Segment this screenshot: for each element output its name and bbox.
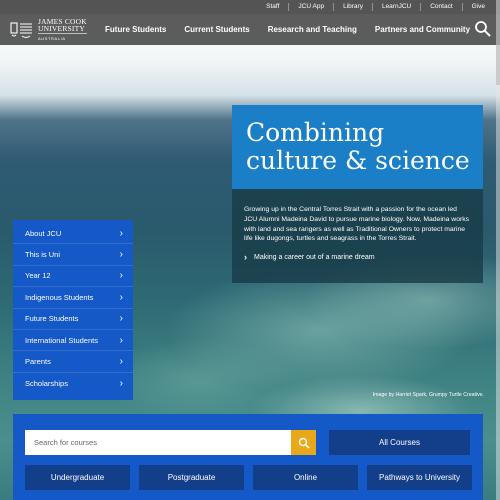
side-menu-item-label: This is Uni [25, 250, 61, 260]
side-menu-item-indigenous-students[interactable]: Indigenous Students › [13, 287, 133, 309]
jcu-logo[interactable]: JAMES COOK UNIVERSITY AUSTRALIA [0, 17, 96, 42]
chevron-right-icon: › [119, 313, 123, 325]
nav-research-and-teaching[interactable]: Research and Teaching [259, 25, 366, 34]
utility-link-learnjcu[interactable]: LearnJCU [371, 3, 420, 11]
course-search-panel: All Courses Undergraduate Postgraduate O… [13, 414, 483, 500]
feature-body: Growing up in the Central Torres Strait … [232, 189, 483, 283]
chevron-right-icon: › [119, 334, 123, 346]
side-menu-item-international-students[interactable]: International Students › [13, 330, 133, 352]
feature-description: Growing up in the Central Torres Strait … [244, 206, 470, 243]
nav-current-students[interactable]: Current Students [175, 25, 258, 34]
feature-link[interactable]: › Making a career out of a marine dream [244, 252, 471, 263]
logo-mark-icon [10, 20, 34, 40]
side-menu-item-future-students[interactable]: Future Students › [13, 309, 133, 330]
utility-nav: Staff JCU App Library LearnJCU Contact G… [0, 0, 500, 14]
side-menu-item-label: Future Students [25, 314, 79, 324]
main-nav: JAMES COOK UNIVERSITY AUSTRALIA Future S… [0, 14, 500, 45]
search-icon [298, 437, 310, 449]
side-menu-item-label: About JCU [25, 228, 62, 238]
chevron-right-icon: › [119, 249, 123, 261]
side-menu-item-parents[interactable]: Parents › [13, 351, 133, 373]
feature-title-line1: Combining [246, 118, 385, 147]
utility-link-contact[interactable]: Contact [420, 3, 461, 11]
utility-link-staff[interactable]: Staff [257, 3, 288, 11]
side-menu-item-this-is-uni[interactable]: This is Uni › [13, 244, 133, 266]
nav-partners-and-community[interactable]: Partners and Community [366, 25, 479, 34]
all-courses-button[interactable]: All Courses [329, 430, 470, 455]
side-menu-item-label: Year 12 [25, 271, 51, 281]
chevron-right-icon: › [119, 291, 123, 303]
chevron-right-icon: › [244, 252, 247, 263]
side-menu-item-label: Indigenous Students [25, 292, 94, 302]
course-search-button[interactable] [291, 430, 316, 455]
level-button-undergraduate[interactable]: Undergraduate [25, 465, 130, 490]
chevron-right-icon: › [119, 377, 123, 389]
page-scrollbar[interactable] [496, 0, 500, 500]
course-search-input[interactable] [25, 430, 291, 455]
feature-title: Combining culture & science [232, 105, 483, 189]
utility-link-jcu-app[interactable]: JCU App [288, 3, 333, 11]
search-icon[interactable] [474, 20, 492, 38]
side-menu-item-scholarships[interactable]: Scholarships › [13, 373, 133, 394]
chevron-right-icon: › [119, 270, 123, 282]
side-menu: About JCU › This is Uni › Year 12 › Indi… [13, 220, 133, 400]
utility-link-give[interactable]: Give [461, 3, 494, 11]
utility-link-library[interactable]: Library [333, 3, 372, 11]
side-menu-item-label: International Students [25, 335, 98, 345]
image-credit: Image by Harriet Spark, Grumpy Turtle Cr… [372, 392, 484, 398]
logo-text-line2: UNIVERSITY [38, 23, 85, 33]
course-search-box [25, 430, 316, 455]
level-button-postgraduate[interactable]: Postgraduate [139, 465, 244, 490]
level-button-online[interactable]: Online [253, 465, 358, 490]
chevron-right-icon: › [119, 356, 123, 368]
logo-text-line3: AUSTRALIA [38, 32, 87, 42]
chevron-right-icon: › [119, 227, 123, 239]
side-menu-item-label: Scholarships [25, 378, 68, 388]
side-menu-item-year-12[interactable]: Year 12 › [13, 266, 133, 288]
page-scrollbar-thumb[interactable] [496, 45, 500, 85]
feature-card: Combining culture & science Growing up i… [232, 105, 483, 283]
nav-future-students[interactable]: Future Students [96, 25, 175, 34]
feature-title-line2: culture & science [246, 146, 470, 175]
feature-link-label: Making a career out of a marine dream [254, 254, 375, 262]
level-button-pathways[interactable]: Pathways to University [367, 465, 472, 490]
side-menu-item-label: Parents [25, 357, 51, 367]
side-menu-item-about-jcu[interactable]: About JCU › [13, 223, 133, 245]
